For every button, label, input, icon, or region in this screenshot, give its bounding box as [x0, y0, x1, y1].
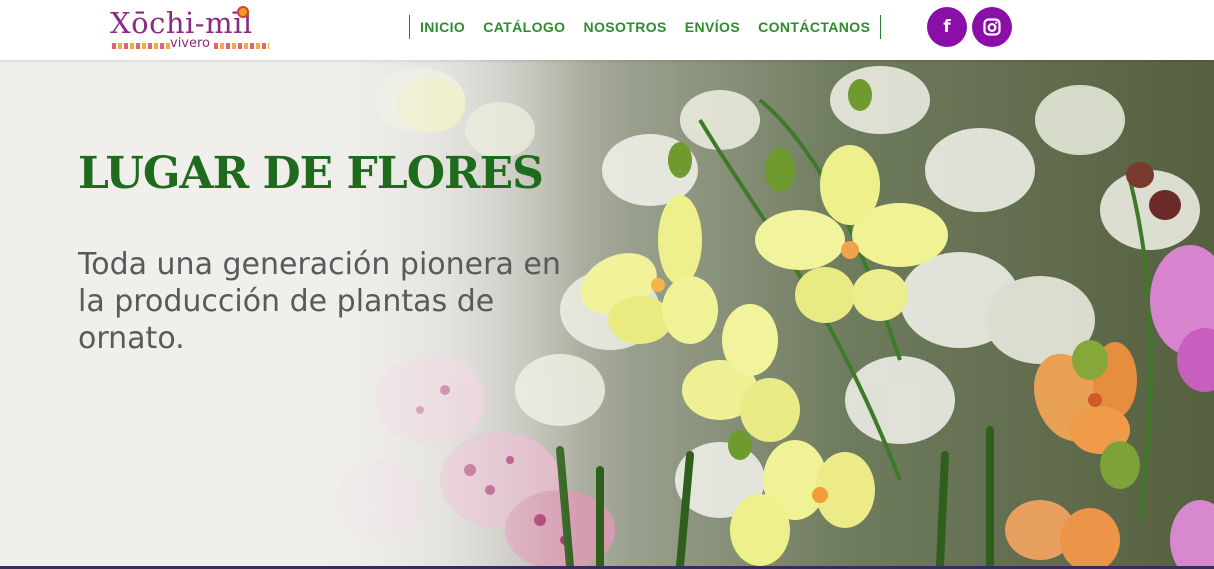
site-header: Xōchi-mīl vivero INICIO CATÁLOGO NOSOTRO…: [0, 0, 1214, 60]
hero-title: LUGAR DE FLORES: [78, 148, 544, 199]
nav-inicio[interactable]: INICIO: [420, 19, 465, 35]
nav-envios[interactable]: ENVÍOS: [685, 19, 740, 35]
nav-contactanos[interactable]: CONTÁCTANOS: [758, 19, 870, 35]
logo-pattern-left: [112, 43, 170, 49]
facebook-icon: f: [943, 16, 951, 37]
facebook-button[interactable]: f: [927, 7, 967, 47]
logo-pattern-right: [214, 43, 269, 49]
sun-icon: [237, 6, 249, 18]
hero-banner: LUGAR DE FLORES Toda una generación pion…: [0, 60, 1214, 566]
nav-nosotros[interactable]: NOSOTROS: [583, 19, 666, 35]
brand-logo[interactable]: Xōchi-mīl vivero: [110, 4, 275, 56]
brand-subtitle: vivero: [170, 36, 211, 51]
instagram-button[interactable]: [972, 7, 1012, 47]
hero-subtitle: Toda una generación pionera en la produc…: [78, 247, 561, 356]
nav-catalogo[interactable]: CATÁLOGO: [483, 19, 565, 35]
instagram-icon: [983, 18, 1001, 36]
main-nav: INICIO CATÁLOGO NOSOTROS ENVÍOS CONTÁCTA…: [409, 15, 882, 39]
